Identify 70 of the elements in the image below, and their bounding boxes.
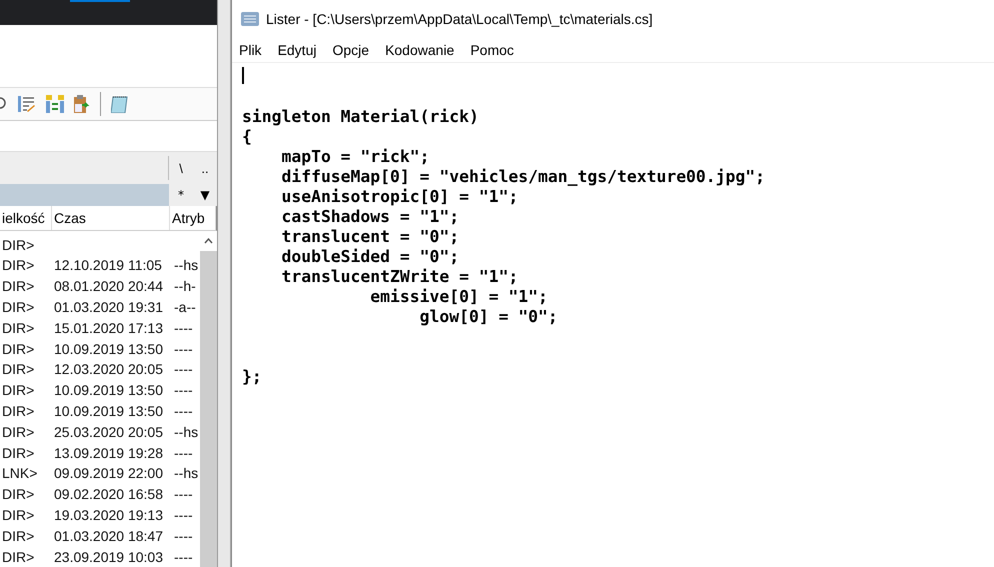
time-cell-text: 23.09.2019 10:03 [54, 548, 164, 565]
size-cell-text: DIR> [1, 528, 36, 544]
time-cell-text: 19.03.2020 19:13 [54, 507, 164, 524]
size-cell-text: DIR> [1, 257, 36, 274]
attribute-cell-text: ---- [174, 320, 194, 336]
column-header[interactable]: Czas [52, 206, 170, 230]
attribute-cell-text: ---- [174, 403, 194, 420]
attribute-cell-text: --hs [174, 465, 200, 482]
size-cell-text: DIR> [1, 444, 36, 461]
filter-button[interactable]: * [169, 184, 193, 206]
size-cell-text: DIR> [1, 507, 36, 524]
time-cell-text: 01.03.2020 18:47 [54, 528, 164, 544]
attribute-cell-text: ---- [174, 361, 194, 378]
menu-item[interactable]: Edytuj [278, 42, 316, 58]
attribute-cell-text: ---- [174, 528, 194, 544]
time-cell-text: 01.03.2020 19:31 [54, 299, 164, 316]
list-pencil-icon[interactable] [18, 94, 36, 113]
attribute-cell-text: ---- [174, 507, 194, 524]
path-field[interactable] [0, 120, 217, 152]
time-cell-text: 12.03.2020 20:05 [54, 361, 164, 378]
time-cell-text: 13.09.2019 19:28 [54, 444, 164, 461]
clipboard-icon[interactable] [74, 94, 90, 113]
attribute-cell-text: -a-- [174, 299, 197, 316]
scrollbar[interactable] [200, 231, 217, 567]
active-tab-indicator [70, 0, 130, 2]
menu-item[interactable]: Plik [239, 42, 262, 58]
time-cell-text: 08.01.2020 20:44 [54, 278, 164, 294]
time-cell-text: 10.09.2019 13:50 [54, 403, 164, 420]
size-cell-text: DIR> [1, 403, 36, 420]
time-cell-text: 10.09.2019 13:50 [54, 382, 164, 398]
attribute-cell-text: --h- [174, 278, 197, 294]
attribute-cell-text: ---- [174, 486, 194, 502]
folders-arrows-icon[interactable] [46, 94, 64, 113]
nav-button[interactable]: \ [169, 152, 193, 184]
menu-item[interactable]: Pomoc [470, 42, 514, 58]
size-cell-text: DIR> [1, 486, 36, 502]
size-cell-text: DIR> [1, 361, 36, 378]
size-cell-text: DIR> [1, 340, 36, 357]
size-cell-text: DIR> [1, 424, 36, 440]
time-cell-text: 15.01.2020 17:13 [54, 320, 164, 336]
size-cell-text: DIR> [1, 236, 36, 253]
time-cell-text: 25.03.2020 20:05 [54, 424, 164, 440]
size-cell-text: DIR> [1, 278, 36, 294]
size-cell-text: DIR> [1, 382, 36, 398]
attribute-cell-text: --hs [174, 257, 200, 274]
column-header[interactable]: Atryb [170, 206, 216, 230]
attribute-cell-text: ---- [174, 382, 194, 398]
menu-item[interactable]: Kodowanie [385, 42, 454, 58]
time-cell-text: 12.10.2019 11:05 [54, 257, 163, 274]
lister-app-icon [240, 10, 260, 28]
attribute-cell-text: ---- [174, 340, 194, 357]
column-header[interactable]: ielkość [0, 206, 52, 230]
scroll-up-icon[interactable] [204, 238, 213, 244]
attribute-cell-text: ---- [174, 548, 194, 565]
nav-button[interactable]: .. [193, 152, 217, 184]
text-cursor [242, 67, 244, 84]
filter-button[interactable]: ▼ [193, 184, 217, 206]
time-cell-text: 09.02.2020 16:58 [54, 486, 164, 502]
attribute-cell-text: --hs [174, 424, 200, 440]
time-cell-text: 09.09.2019 22:00 [54, 465, 164, 482]
size-cell-text: DIR> [1, 320, 36, 336]
file-content: singleton Material(rick) { mapTo = "rick"; diffuseMap[0] = "vehicles/man_tgs/texture00.jpg"; useAnisotropic[0] = "1"; castShadows = "1"; translucent = "0"; doubleSided = "0"; translucentZWrite = "1"; emissive[0] = "1"; glow[0] = "0"; }; [242, 107, 766, 387]
attribute-cell-text: ---- [174, 444, 194, 461]
size-cell-text: DIR> [1, 299, 36, 316]
time-cell-text: 10.09.2019 13:50 [54, 340, 164, 357]
size-cell-text: DIR> [1, 548, 36, 565]
window-title: Lister - [C:\Users\przem\AppData\Local\Temp\_tc\materials.cs] [266, 11, 653, 27]
menu-item[interactable]: Opcje [332, 42, 370, 58]
notepad-icon[interactable] [111, 94, 129, 113]
size-cell-text: LNK> [1, 465, 38, 482]
